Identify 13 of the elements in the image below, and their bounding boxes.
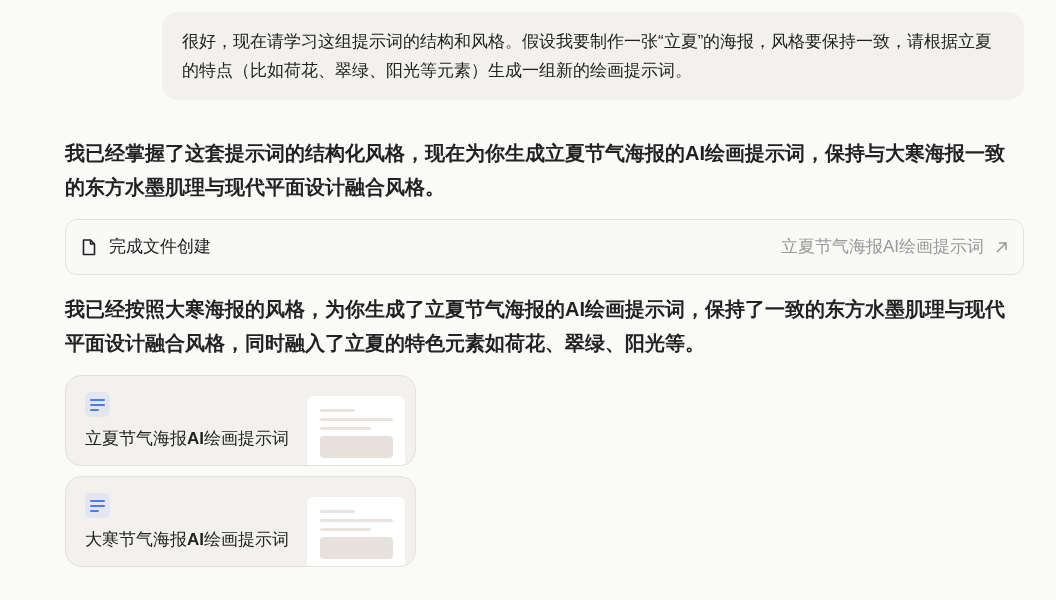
reply-paragraph: 我已经按照大寒海报的风格，为你生成了立夏节气海报的AI绘画提示词，保持了一致的东方水墨肌理与现代平面设计融合风格，同时融入了立夏的特色元素如荷花、翠绿、阳光等。 xyxy=(65,297,1006,356)
arrow-up-right-icon xyxy=(996,241,1007,253)
document-card[interactable]: 立夏节气海报AI绘画提示词 xyxy=(65,375,416,466)
document-title: 立夏节气海报AI绘画提示词 xyxy=(85,428,290,450)
document-icon xyxy=(85,392,110,417)
document-icon xyxy=(82,238,96,256)
document-title: 大寒节气海报AI绘画提示词 xyxy=(85,529,290,551)
user-message: 很好，现在请学习这组提示词的结构和风格。假设我要制作一张“立夏”的海报，风格要保持一致，请根据立夏的特点（比如荷花、翠绿、阳光等元素）生成一组新的绘画提示词。 xyxy=(162,12,1024,100)
file-status-bar[interactable]: 完成文件创建 立夏节气海报AI绘画提示词 xyxy=(65,219,1024,275)
document-icon xyxy=(85,493,110,518)
document-card[interactable]: 大寒节气海报AI绘画提示词 xyxy=(65,476,416,567)
reply-paragraph: 我已经掌握了这套提示词的结构化风格，现在为你生成立夏节气海报的AI绘画提示词，保持与大寒海报一致的东方水墨肌理与现代平面设计融合风格。 xyxy=(65,141,1006,200)
status-label: 完成文件创建 xyxy=(109,236,211,259)
